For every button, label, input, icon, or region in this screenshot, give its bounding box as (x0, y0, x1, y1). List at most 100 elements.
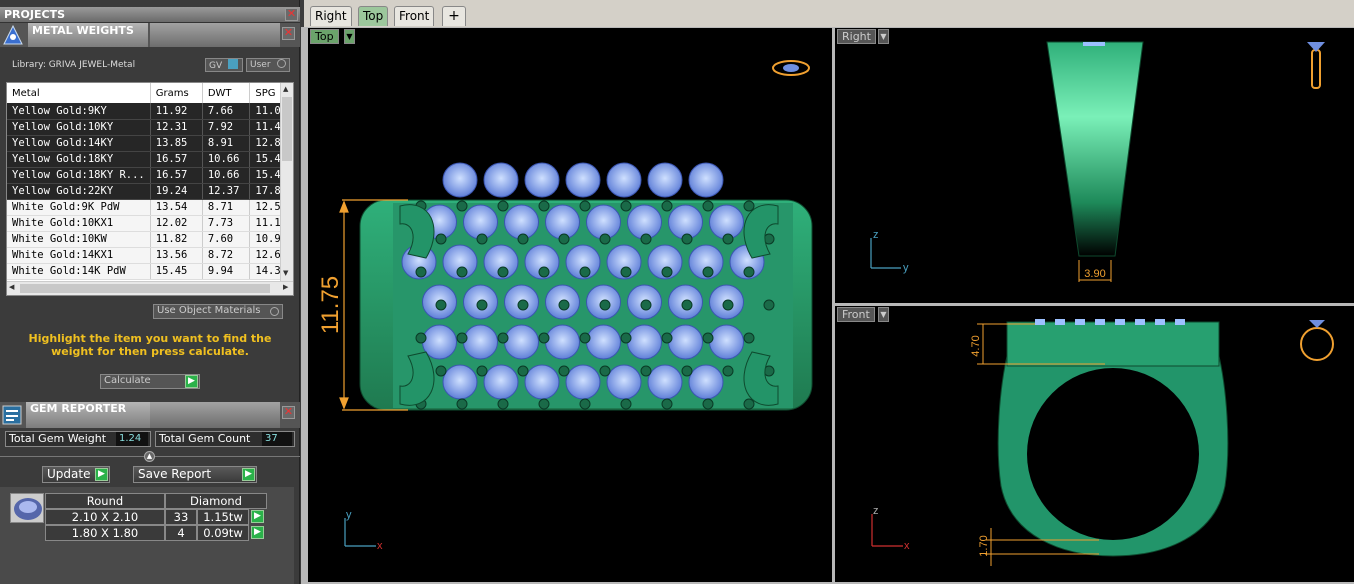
metal-grams: 12.02 (150, 215, 203, 232)
top-prong (517, 299, 529, 311)
front-viewport[interactable]: Front ▼ 4.70 1.70 z x (835, 306, 1354, 582)
top-viewport[interactable]: Top ▼ 11.75 y x (308, 28, 832, 582)
top-prong (599, 233, 611, 245)
update-label: Update (47, 467, 91, 481)
use-object-materials-toggle[interactable]: Use Object Materials (153, 304, 283, 319)
table-row[interactable]: White Gold:14K PdW 15.45 9.94 14.37 (7, 263, 293, 280)
table-horizontal-scrollbar[interactable]: ◀ ▶ (7, 281, 293, 295)
metal-grams: 15.45 (150, 263, 203, 280)
gv-toggle[interactable]: GV (205, 58, 243, 72)
tab-top[interactable]: Top (358, 6, 389, 26)
total-gem-count-value: 37 (262, 432, 292, 446)
top-gem (647, 364, 683, 400)
scroll-right-icon[interactable]: ▶ (283, 283, 288, 291)
gem-reporter-header: GEM REPORTER ✕ (0, 402, 300, 428)
front-gem (1155, 319, 1165, 325)
viewport-tabs-bar: Right Top Front + (304, 0, 1354, 27)
front-nav-ring-icon (1300, 320, 1334, 361)
tab-front[interactable]: Front (394, 6, 435, 26)
top-gem (647, 162, 683, 198)
table-row[interactable]: White Gold:10KX1 12.02 7.73 11.18 (7, 215, 293, 232)
table-row[interactable]: Yellow Gold:18KY R... 16.57 10.66 15.41 (7, 167, 293, 184)
total-gem-count-label: Total Gem Count (159, 432, 251, 445)
metal-dwt: 8.72 (202, 247, 251, 264)
metal-name: Yellow Gold:22KY (7, 183, 151, 200)
metal-weights-title: METAL WEIGHTS (28, 23, 148, 47)
projects-close-icon[interactable]: ✕ (285, 8, 298, 21)
table-row[interactable]: Yellow Gold:9KY 11.92 7.66 11.08 (7, 103, 293, 120)
scroll-left-icon[interactable]: ◀ (9, 283, 14, 291)
calculate-button[interactable]: Calculate ▶ (100, 374, 200, 389)
top-prong (456, 332, 468, 344)
save-report-label: Save Report (138, 467, 212, 481)
add-tab-button[interactable]: + (442, 6, 466, 26)
top-prong (640, 233, 652, 245)
metal-name: Yellow Gold:18KY R... (7, 167, 151, 184)
metal-weights-close-icon[interactable]: ✕ (282, 27, 295, 40)
top-prong (640, 365, 652, 377)
table-row[interactable]: Yellow Gold:14KY 13.85 8.91 12.88 (7, 135, 293, 152)
top-prong (661, 398, 673, 410)
top-prong (579, 398, 591, 410)
gem-size: 1.80 X 1.80 (45, 525, 165, 541)
scroll-thumb[interactable] (282, 97, 292, 161)
top-axis-x: x (377, 540, 383, 552)
scroll-up-icon[interactable]: ▲ (283, 85, 288, 93)
top-gem (565, 364, 601, 400)
top-prong (743, 266, 755, 278)
top-prong (661, 266, 673, 278)
top-gem (565, 162, 601, 198)
metal-dwt: 7.92 (202, 119, 251, 136)
gem-select-icon[interactable]: ▶ (251, 526, 264, 539)
top-prong (435, 365, 447, 377)
top-gem (606, 162, 642, 198)
front-gem (1115, 319, 1125, 325)
top-prong (620, 266, 632, 278)
metal-name: White Gold:10KW (7, 231, 151, 248)
top-prong (743, 200, 755, 212)
gem-list: Round Diamond 2.10 X 2.10 33 1.15tw ▶ 1.80 X… (0, 487, 294, 584)
update-button[interactable]: Update ▶ (42, 466, 110, 483)
top-prong (415, 332, 427, 344)
use-object-materials-label: Use Object Materials (157, 305, 261, 316)
table-row[interactable]: Yellow Gold:18KY 16.57 10.66 15.41 (7, 151, 293, 168)
user-toggle[interactable]: User (246, 58, 290, 72)
top-gem (545, 324, 580, 360)
collapse-icon[interactable]: ▲ (144, 451, 155, 462)
top-dim-label: 11.75 (317, 276, 344, 334)
gem-reporter-close-icon[interactable]: ✕ (282, 406, 295, 419)
tab-right[interactable]: Right (310, 6, 352, 26)
right-axis-z: z (873, 229, 879, 241)
gem-count: 33 (165, 509, 197, 525)
col-dwt[interactable]: DWT (202, 83, 251, 103)
table-row[interactable]: White Gold:14KX1 13.56 8.72 12.61 (7, 247, 293, 264)
top-prong (517, 365, 529, 377)
front-gem (1095, 319, 1105, 325)
col-metal[interactable]: Metal (7, 83, 151, 103)
table-row[interactable]: Yellow Gold:10KY 12.31 7.92 11.43 (7, 119, 293, 136)
top-prong (497, 398, 509, 410)
table-vertical-scrollbar[interactable]: ▲ ▼ (280, 83, 293, 281)
top-prong (538, 200, 550, 212)
top-prong (702, 200, 714, 212)
hscroll-thumb[interactable] (20, 284, 270, 293)
top-prong (599, 365, 611, 377)
metal-name: White Gold:9K PdW (7, 199, 151, 216)
gem-select-icon[interactable]: ▶ (251, 510, 264, 523)
save-report-button[interactable]: Save Report ▶ (133, 466, 257, 483)
front-dim-label-bottom: 1.70 (978, 535, 990, 556)
table-row[interactable]: White Gold:10KW 11.82 7.60 10.99 (7, 231, 293, 248)
gem-reporter-icon (2, 404, 22, 426)
top-nav-ring-icon (772, 60, 810, 76)
col-grams[interactable]: Grams (150, 83, 203, 103)
top-prong (722, 233, 734, 245)
total-gem-weight-value: 1.24 (116, 432, 148, 446)
scroll-down-icon[interactable]: ▼ (283, 269, 288, 277)
right-viewport[interactable]: Right ▼ 3.90 z y (835, 28, 1354, 303)
front-axis-z: z (873, 505, 879, 517)
metal-name: White Gold:14KX1 (7, 247, 151, 264)
top-prong (456, 266, 468, 278)
table-row[interactable]: White Gold:9K PdW 13.54 8.71 12.59 (7, 199, 293, 216)
table-row[interactable]: Yellow Gold:22KY 19.24 12.37 17.89 (7, 183, 293, 200)
projects-header: PROJECTS ✕ (0, 7, 300, 23)
